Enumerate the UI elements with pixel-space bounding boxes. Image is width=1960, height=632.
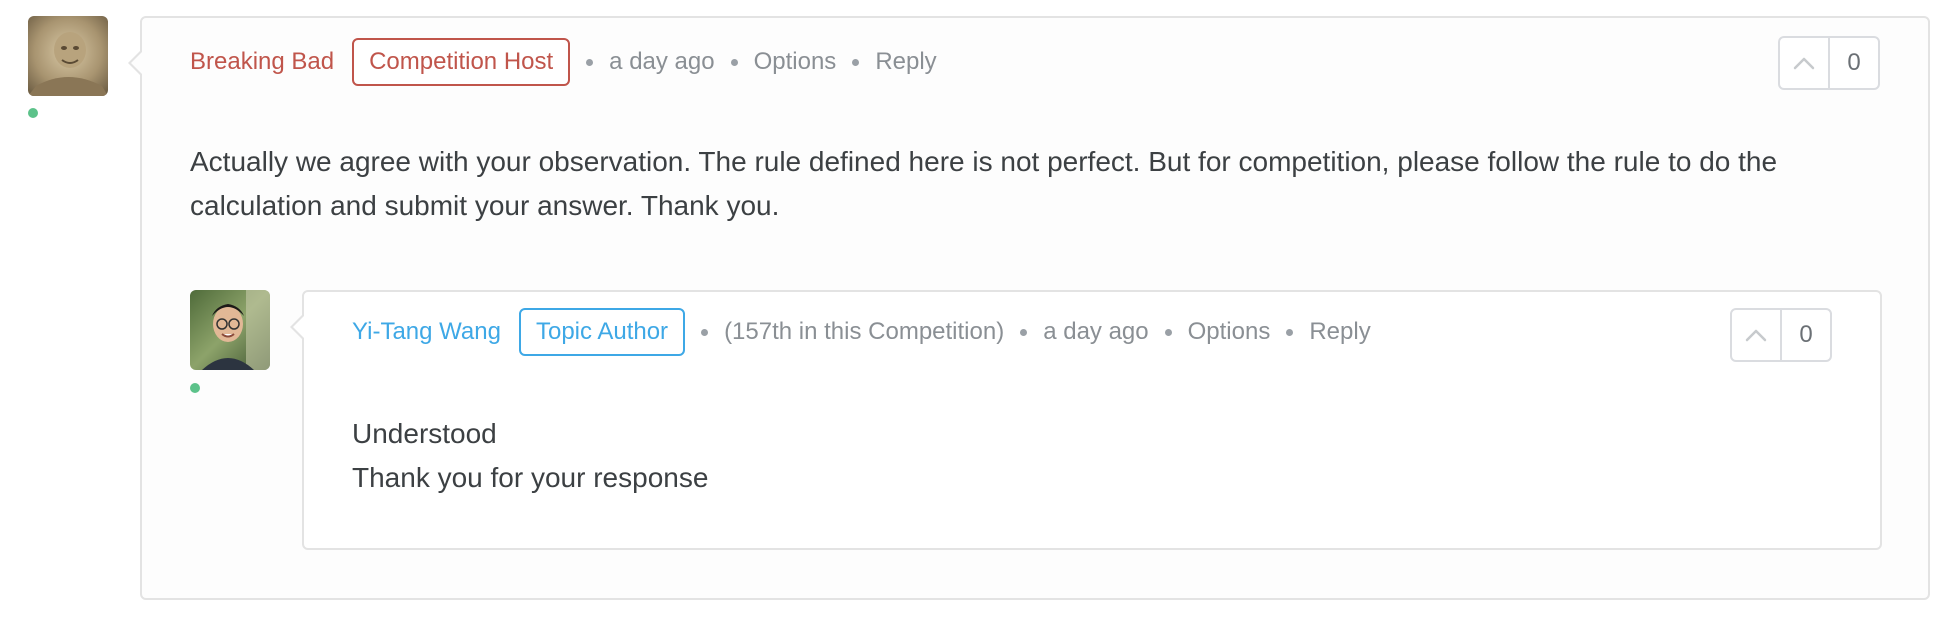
reply-card-pointer-fill (293, 316, 304, 338)
options-button[interactable]: Options (754, 48, 837, 76)
separator-dot (1164, 328, 1172, 336)
comment-author-name[interactable]: Breaking Bad (190, 48, 334, 76)
reply-rank: (157th in this Competition) (724, 318, 1005, 345)
reply-card: Yi-Tang Wang Topic Author (157th in this… (290, 290, 1882, 550)
reply-online-status-dot (190, 383, 200, 393)
reply-vote-count: 0 (1799, 321, 1813, 348)
comment-card: Breaking Bad Competition Host a day ago … (128, 16, 1930, 600)
separator-dot (1020, 328, 1028, 336)
separator-dot (852, 58, 860, 66)
reply-text-line: Understood (352, 418, 497, 449)
comment-meta: Breaking Bad Competition Host a day ago … (190, 38, 937, 86)
avatar-image-yi-tang-wang (190, 290, 270, 370)
upvote-button[interactable] (1780, 38, 1830, 88)
reply-reply-button[interactable]: Reply (1309, 318, 1370, 346)
topic-author-badge: Topic Author (518, 308, 686, 356)
chevron-up-icon (1745, 329, 1767, 342)
reply-author-name[interactable]: Yi-Tang Wang (352, 318, 501, 346)
reply-upvote-button[interactable] (1732, 310, 1782, 360)
chevron-up-icon (1793, 57, 1815, 70)
competition-host-badge: Competition Host (352, 38, 571, 86)
comment-text: Actually we agree with your observation.… (190, 146, 1778, 221)
reply-button[interactable]: Reply (875, 48, 936, 76)
comment-body: Actually we agree with your observation.… (190, 140, 1890, 228)
separator-dot (586, 58, 594, 66)
reply-vote-widget: 0 (1730, 308, 1832, 362)
avatar-image-breaking-bad (28, 16, 108, 96)
reply-body: Understood Thank you for your response (352, 412, 1812, 500)
separator-dot (730, 58, 738, 66)
online-status-dot (28, 108, 38, 118)
reply-text-line: Thank you for your response (352, 462, 709, 493)
reply-options-button[interactable]: Options (1188, 318, 1271, 346)
reply-avatar[interactable] (190, 290, 270, 370)
separator-dot (701, 328, 709, 336)
comment-timestamp: a day ago (609, 48, 715, 75)
reply-meta: Yi-Tang Wang Topic Author (157th in this… (352, 308, 1371, 356)
reply-timestamp: a day ago (1043, 318, 1149, 345)
avatar[interactable] (28, 16, 108, 96)
card-pointer-fill (131, 52, 142, 74)
separator-dot (1286, 328, 1294, 336)
vote-count: 0 (1847, 49, 1861, 76)
vote-widget: 0 (1778, 36, 1880, 90)
